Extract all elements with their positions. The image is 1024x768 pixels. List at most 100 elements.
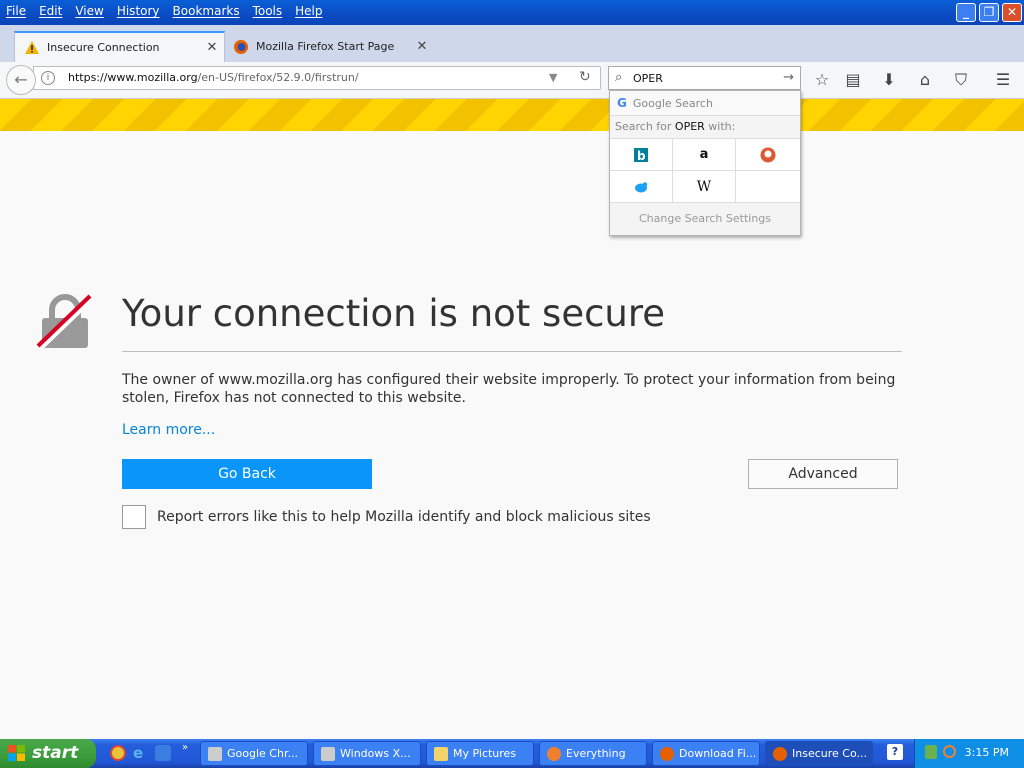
menu-bar: File Edit View History Bookmarks Tools H… bbox=[0, 0, 1024, 25]
task-label: Insecure Co... bbox=[792, 747, 867, 760]
hamburger-menu-icon[interactable]: ☰ bbox=[993, 70, 1013, 89]
clock: 3:15 PM bbox=[964, 746, 1009, 759]
bing-icon: b bbox=[634, 147, 648, 162]
firefox-icon bbox=[234, 39, 248, 54]
menu-help[interactable]: Help bbox=[295, 4, 322, 18]
taskbar: start e » Google Chr... Windows X... My … bbox=[0, 739, 1024, 768]
arrow-right-icon[interactable]: → bbox=[783, 70, 794, 85]
task-label: Download Fi... bbox=[679, 747, 757, 760]
url-bar[interactable]: i https://www.mozilla.org/en-US/firefox/… bbox=[33, 66, 601, 90]
broken-lock-icon bbox=[36, 294, 94, 350]
search-engine-name: Google Search bbox=[632, 96, 713, 110]
task-my-pictures[interactable]: My Pictures bbox=[426, 741, 534, 766]
learn-more-link[interactable]: Learn more... bbox=[122, 422, 215, 438]
search-bar[interactable]: ⌕ OPER → bbox=[608, 66, 801, 90]
maximize-button[interactable]: ❐ bbox=[979, 3, 999, 22]
chrome-icon bbox=[660, 746, 674, 761]
search-for-prefix: Search for bbox=[615, 120, 675, 133]
menu-tools[interactable]: Tools bbox=[253, 4, 283, 18]
url-domain: https://www.mozilla.org bbox=[68, 71, 198, 84]
arrow-left-icon: ← bbox=[14, 70, 28, 89]
internet-explorer-quicklaunch-icon[interactable]: e bbox=[133, 744, 149, 762]
pocket-icon[interactable]: ⛉ bbox=[951, 70, 971, 90]
duckduckgo-engine-button[interactable] bbox=[736, 139, 800, 171]
close-tab-icon[interactable]: ✕ bbox=[414, 39, 430, 54]
minimize-button[interactable]: _ bbox=[956, 3, 976, 22]
firefox-icon bbox=[773, 746, 787, 761]
reload-icon[interactable]: ↻ bbox=[579, 69, 591, 85]
task-label: Everything bbox=[566, 747, 626, 760]
search-engine-grid: b a W bbox=[610, 139, 800, 203]
bing-engine-button[interactable]: b bbox=[610, 139, 673, 171]
report-errors-checkbox[interactable] bbox=[122, 505, 146, 529]
chevron-down-icon[interactable]: ▼ bbox=[549, 71, 557, 84]
everything-search-icon bbox=[547, 746, 561, 761]
wikipedia-icon: W bbox=[696, 178, 712, 195]
help-icon[interactable]: ? bbox=[887, 744, 903, 760]
empty-engine-slot bbox=[736, 171, 800, 203]
twitter-engine-button[interactable] bbox=[610, 171, 673, 203]
url-path: /en-US/firefox/52.9.0/firstrun/ bbox=[197, 71, 359, 84]
search-icon: ⌕ bbox=[615, 70, 623, 85]
tab-bar: Insecure Connection ✕ Mozilla Firefox St… bbox=[0, 25, 1024, 79]
error-description: The owner of www.mozilla.org has configu… bbox=[122, 372, 896, 406]
advanced-button[interactable]: Advanced bbox=[748, 459, 898, 489]
task-everything[interactable]: Everything bbox=[539, 741, 647, 766]
chrome-icon bbox=[208, 746, 222, 761]
quicklaunch-overflow-icon[interactable]: » bbox=[182, 742, 188, 753]
wikipedia-engine-button[interactable]: W bbox=[673, 171, 736, 203]
report-errors-label: Report errors like this to help Mozilla … bbox=[157, 509, 651, 525]
close-window-button[interactable]: ✕ bbox=[1002, 3, 1022, 22]
reading-list-icon[interactable]: ▤ bbox=[843, 70, 863, 89]
task-windows-explorer[interactable]: Windows X... bbox=[313, 741, 421, 766]
download-icon[interactable]: ⬇ bbox=[879, 70, 899, 89]
title-divider bbox=[122, 351, 902, 352]
network-icon[interactable] bbox=[925, 745, 937, 759]
search-engine-row[interactable]: G Google Search bbox=[610, 91, 800, 116]
back-button[interactable]: ← bbox=[6, 65, 36, 95]
task-google-chrome[interactable]: Google Chr... bbox=[200, 741, 308, 766]
task-label: Google Chr... bbox=[227, 747, 298, 760]
url-text[interactable]: https://www.mozilla.org/en-US/firefox/52… bbox=[68, 71, 359, 84]
search-suggestions-popup: G Google Search Search for OPER with: b … bbox=[609, 90, 801, 236]
search-for-suffix: with: bbox=[704, 120, 736, 133]
menu-history[interactable]: History bbox=[117, 4, 160, 18]
chrome-quicklaunch-icon[interactable] bbox=[110, 745, 126, 761]
menu-file[interactable]: File bbox=[6, 4, 26, 18]
amazon-engine-button[interactable]: a bbox=[673, 139, 736, 171]
warning-icon bbox=[25, 41, 39, 54]
tab-insecure-connection[interactable]: Insecure Connection ✕ bbox=[14, 31, 225, 62]
system-tray: ? 3:15 PM bbox=[887, 739, 1024, 768]
warning-stripe bbox=[0, 99, 1024, 131]
twitter-icon bbox=[634, 181, 647, 192]
amazon-icon: a bbox=[699, 147, 709, 162]
menu-bookmarks[interactable]: Bookmarks bbox=[173, 4, 240, 18]
info-icon[interactable]: i bbox=[41, 71, 55, 85]
menu-view[interactable]: View bbox=[75, 4, 103, 18]
task-insecure-connection[interactable]: Insecure Co... bbox=[765, 741, 873, 766]
tab-title: Insecure Connection bbox=[47, 41, 160, 54]
explorer-icon bbox=[321, 746, 335, 761]
search-for-label: Search for OPER with: bbox=[610, 116, 800, 139]
go-back-button[interactable]: Go Back bbox=[122, 459, 372, 489]
folder-icon bbox=[434, 746, 448, 761]
home-icon[interactable]: ⌂ bbox=[915, 70, 935, 89]
search-input[interactable]: OPER bbox=[633, 72, 663, 85]
close-tab-icon[interactable]: ✕ bbox=[204, 40, 220, 55]
ie-quicklaunch-icon[interactable] bbox=[155, 745, 171, 761]
svg-text:b: b bbox=[637, 149, 646, 162]
tab-firefox-start-page[interactable]: Mozilla Firefox Start Page ✕ bbox=[228, 31, 434, 62]
start-label: start bbox=[32, 743, 79, 763]
menu-edit[interactable]: Edit bbox=[39, 4, 62, 18]
task-label: My Pictures bbox=[453, 747, 517, 760]
change-search-settings-button[interactable]: Change Search Settings bbox=[610, 203, 800, 235]
page-title: Your connection is not secure bbox=[122, 292, 666, 335]
start-button[interactable]: start bbox=[0, 739, 96, 768]
star-icon[interactable]: ☆ bbox=[812, 70, 832, 89]
everything-tray-icon[interactable] bbox=[943, 745, 956, 758]
task-download-firefox[interactable]: Download Fi... bbox=[652, 741, 760, 766]
search-term: OPER bbox=[674, 120, 705, 133]
task-label: Windows X... bbox=[340, 747, 411, 760]
google-icon: G bbox=[617, 96, 627, 110]
tab-title: Mozilla Firefox Start Page bbox=[256, 40, 395, 53]
